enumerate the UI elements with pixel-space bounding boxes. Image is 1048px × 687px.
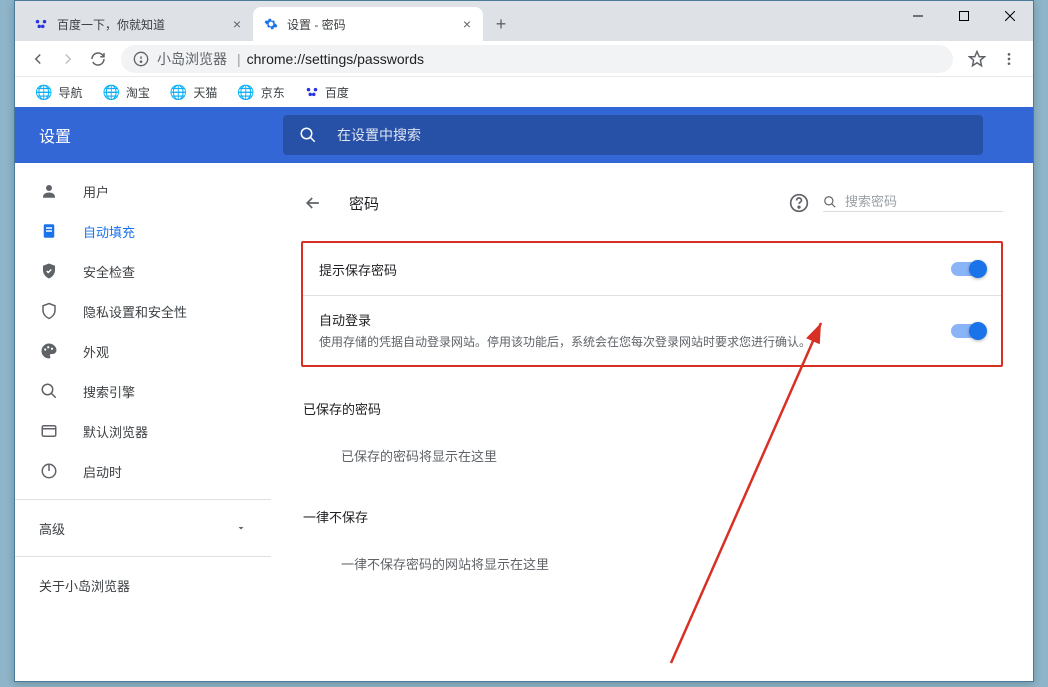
- password-search[interactable]: [823, 194, 1003, 212]
- row-desc: 使用存储的凭据自动登录网站。停用该功能后，系统会在您每次登录网站时要求您进行确认…: [319, 333, 951, 351]
- settings-title: 设置: [15, 123, 283, 147]
- page-header: 密码: [301, 183, 1003, 223]
- row-title: 自动登录: [319, 310, 951, 329]
- tab-title: 百度一下，你就知道: [57, 16, 165, 33]
- never-save-section: 一律不保存 一律不保存密码的网站将显示在这里: [301, 507, 1003, 583]
- sidebar-item-user[interactable]: 用户: [15, 171, 271, 211]
- tab-baidu[interactable]: 百度一下，你就知道 ×: [23, 7, 253, 41]
- search-icon: [39, 382, 59, 400]
- row-title: 提示保存密码: [319, 260, 951, 279]
- window-controls: [895, 1, 1033, 31]
- search-icon: [823, 195, 837, 209]
- tab-settings[interactable]: 设置 - 密码 ×: [253, 7, 483, 41]
- row-auto-signin: 自动登录 使用存储的凭据自动登录网站。停用该功能后，系统会在您每次登录网站时要求…: [303, 295, 1001, 365]
- annotation-arrow: [651, 313, 851, 673]
- sidebar-item-autofill[interactable]: 自动填充: [15, 211, 271, 251]
- section-title: 一律不保存: [301, 507, 1003, 534]
- globe-icon: 🌐: [102, 84, 119, 101]
- sidebar-item-search[interactable]: 搜索引擎: [15, 371, 271, 411]
- person-icon: [39, 182, 59, 200]
- highlight-box: 提示保存密码 自动登录 使用存储的凭据自动登录网站。停用该功能后，系统会在您每次…: [301, 241, 1003, 367]
- section-title: 已保存的密码: [301, 399, 1003, 426]
- back-button[interactable]: [23, 44, 53, 74]
- settings-content: 密码 提示保存密码: [271, 163, 1033, 681]
- power-icon: [39, 462, 59, 480]
- bookmark-baidu[interactable]: 百度: [297, 80, 357, 105]
- back-button[interactable]: [301, 191, 325, 215]
- omnibox[interactable]: 小岛浏览器 | chrome://settings/passwords: [121, 45, 953, 73]
- page-title: 密码: [349, 193, 379, 214]
- search-icon: [299, 126, 317, 144]
- minimize-button[interactable]: [895, 1, 941, 31]
- sidebar-item-default-browser[interactable]: 默认浏览器: [15, 411, 271, 451]
- sidebar-item-safety-check[interactable]: 安全检查: [15, 251, 271, 291]
- close-icon[interactable]: ×: [461, 14, 473, 34]
- close-icon[interactable]: ×: [231, 14, 243, 34]
- shield-icon: [39, 302, 59, 320]
- settings-app: 设置 用户 自动填充 安全检查 隐私设置和安全性 外观 搜索引擎 默认浏览器 启…: [15, 107, 1033, 681]
- password-search-input[interactable]: [845, 194, 1003, 209]
- sidebar-item-startup[interactable]: 启动时: [15, 451, 271, 491]
- bookmark-nav[interactable]: 🌐导航: [27, 80, 90, 105]
- bookmark-taobao[interactable]: 🌐淘宝: [94, 80, 157, 105]
- saved-empty: 已保存的密码将显示在这里: [301, 426, 1003, 475]
- forward-button[interactable]: [53, 44, 83, 74]
- bookmarks-bar: 🌐导航 🌐淘宝 🌐天猫 🌐京东 百度: [15, 77, 1033, 107]
- globe-icon: 🌐: [237, 84, 254, 101]
- chevron-down-icon: [235, 522, 247, 534]
- tab-title: 设置 - 密码: [287, 16, 346, 33]
- site-info-icon[interactable]: [133, 51, 149, 67]
- settings-body: 用户 自动填充 安全检查 隐私设置和安全性 外观 搜索引擎 默认浏览器 启动时 …: [15, 163, 1033, 681]
- titlebar: 百度一下，你就知道 × 设置 - 密码 × +: [15, 1, 1033, 41]
- sidebar-item-about[interactable]: 关于小岛浏览器: [15, 565, 271, 605]
- close-button[interactable]: [987, 1, 1033, 31]
- bookmark-tmall[interactable]: 🌐天猫: [162, 80, 225, 105]
- row-offer-save: 提示保存密码: [303, 243, 1001, 295]
- separator: |: [237, 51, 241, 67]
- toggle-offer-save[interactable]: [951, 262, 985, 276]
- browser-window: 百度一下，你就知道 × 设置 - 密码 × +: [14, 0, 1034, 682]
- gear-icon: [263, 16, 279, 32]
- baidu-icon: [305, 85, 319, 99]
- sidebar-item-appearance[interactable]: 外观: [15, 331, 271, 371]
- divider: [15, 556, 271, 557]
- reload-button[interactable]: [83, 44, 113, 74]
- saved-passwords-section: 已保存的密码 已保存的密码将显示在这里: [301, 399, 1003, 475]
- maximize-button[interactable]: [941, 1, 987, 31]
- help-button[interactable]: [783, 187, 815, 219]
- settings-sidebar: 用户 自动填充 安全检查 隐私设置和安全性 外观 搜索引擎 默认浏览器 启动时 …: [15, 163, 271, 681]
- address-bar: 小岛浏览器 | chrome://settings/passwords: [15, 41, 1033, 77]
- globe-icon: 🌐: [35, 84, 52, 101]
- settings-search-input[interactable]: [337, 127, 967, 143]
- divider: [15, 499, 271, 500]
- sidebar-item-advanced[interactable]: 高级: [15, 508, 271, 548]
- globe-icon: 🌐: [170, 84, 187, 101]
- baidu-icon: [33, 16, 49, 32]
- toggle-auto-signin[interactable]: [951, 324, 985, 338]
- never-empty: 一律不保存密码的网站将显示在这里: [301, 534, 1003, 583]
- url-text: chrome://settings/passwords: [247, 51, 424, 67]
- palette-icon: [39, 342, 59, 360]
- site-label: 小岛浏览器: [157, 49, 227, 69]
- menu-button[interactable]: [993, 51, 1025, 67]
- browser-icon: [39, 422, 59, 440]
- settings-search[interactable]: [283, 115, 983, 155]
- bookmark-jd[interactable]: 🌐京东: [229, 80, 292, 105]
- assignment-icon: [39, 222, 59, 240]
- tabstrip: 百度一下，你就知道 × 设置 - 密码 × +: [15, 1, 515, 41]
- new-tab-button[interactable]: +: [487, 10, 515, 38]
- settings-header: 设置: [15, 107, 1033, 163]
- shield-check-icon: [39, 262, 59, 280]
- bookmark-star-button[interactable]: [961, 50, 993, 68]
- sidebar-item-privacy[interactable]: 隐私设置和安全性: [15, 291, 271, 331]
